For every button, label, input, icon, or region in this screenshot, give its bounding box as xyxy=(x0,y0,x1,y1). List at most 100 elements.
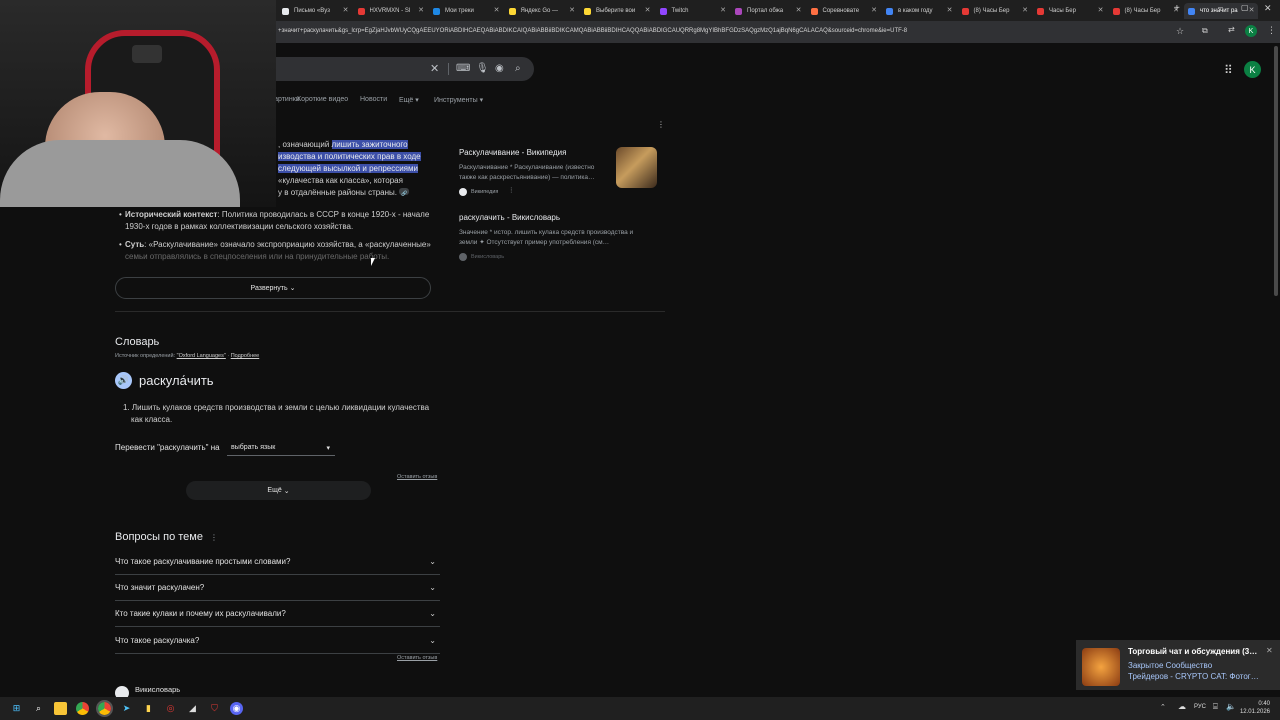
webcam-overlay xyxy=(0,0,276,207)
language-indicator[interactable]: РУС xyxy=(1194,704,1206,710)
browser-tab[interactable]: HXVRMXN - Sl ✕ xyxy=(354,3,428,19)
translate-label: Перевести "раскулачить" на xyxy=(115,443,220,452)
clear-icon[interactable]: ✕ xyxy=(430,62,439,75)
tab-close-icon[interactable]: ✕ xyxy=(569,6,575,14)
chevron-down-icon: ⌄ xyxy=(429,583,436,592)
filter-tools[interactable]: Инструменты ▾ xyxy=(434,96,483,104)
related-question[interactable]: Что такое раскулачивание простыми словам… xyxy=(115,549,440,575)
start-icon[interactable]: ⊞ xyxy=(10,702,23,715)
browser-tab[interactable]: Часы Бер ✕ xyxy=(1033,3,1107,19)
tab-close-icon[interactable]: ✕ xyxy=(947,6,953,14)
tab-close-icon[interactable]: ✕ xyxy=(645,6,651,14)
browser-tab[interactable]: Мои треки ✕ xyxy=(429,3,503,19)
filter-more[interactable]: Ещё ▾ xyxy=(399,96,419,104)
related-question[interactable]: Что такое раскулачка? ⌄ xyxy=(115,628,440,654)
chrome-icon[interactable] xyxy=(76,702,89,715)
pronounce-speaker-icon[interactable]: 🔊 xyxy=(115,372,132,389)
onedrive-icon[interactable]: ☁ xyxy=(1178,702,1186,711)
minimize-icon[interactable]: – xyxy=(1218,2,1223,12)
search-taskbar-icon[interactable]: ⌕ xyxy=(32,702,45,715)
result-site-name[interactable]: Викисловарь xyxy=(135,685,180,694)
filter-news[interactable]: Новости xyxy=(360,96,387,103)
new-tab-button[interactable]: + xyxy=(1174,3,1180,14)
tab-close-icon[interactable]: ✕ xyxy=(871,6,877,14)
tab-label: (8) Часы Бер xyxy=(1124,8,1161,14)
app-icon[interactable]: ▮ xyxy=(142,702,155,715)
browser-tab[interactable]: в каком году ✕ xyxy=(882,3,956,19)
chrome-active-icon[interactable] xyxy=(96,700,113,717)
keyboard-icon[interactable]: ⌨ xyxy=(456,63,470,74)
sidepanel-icon[interactable]: ⇄ xyxy=(1228,25,1235,34)
source-link[interactable]: "Oxford Languages" xyxy=(177,353,226,359)
browser-tab[interactable]: Портал обжа ✕ xyxy=(731,3,805,19)
tab-close-icon[interactable]: ✕ xyxy=(796,6,802,14)
bullet-bold-label: Исторический контекст xyxy=(125,210,218,219)
source-more-icon[interactable]: ⋮ xyxy=(508,186,515,196)
tab-close-icon[interactable]: ✕ xyxy=(343,6,349,14)
bookmark-star-icon[interactable]: ☆ xyxy=(1176,26,1184,37)
window-close-icon[interactable]: ✕ xyxy=(1264,3,1272,14)
browser-tab[interactable]: Письмо «Вуз ✕ xyxy=(278,3,352,19)
file-explorer-icon[interactable] xyxy=(54,702,67,715)
chevron-down-icon: ⌄ xyxy=(429,609,436,618)
browser-tab[interactable]: Twitch ✕ xyxy=(656,3,730,19)
app-icon[interactable]: ◢ xyxy=(186,702,199,715)
notification-close-icon[interactable]: ✕ xyxy=(1266,646,1273,655)
source-snippet: Значение * истор. лишить кулака средств … xyxy=(459,229,634,236)
more-options-icon[interactable]: ⋮ xyxy=(657,120,665,129)
tab-close-icon[interactable]: ✕ xyxy=(1098,6,1104,14)
browser-tab[interactable]: Соревновате ✕ xyxy=(807,3,881,19)
tab-close-icon[interactable]: ✕ xyxy=(720,6,726,14)
browser-tab[interactable]: Выберите вои ✕ xyxy=(580,3,654,19)
source-title-wiktionary[interactable]: раскулачить - Викисловарь xyxy=(459,213,560,222)
clock-time: 0:40 xyxy=(1258,701,1270,707)
tab-close-icon[interactable]: ✕ xyxy=(1022,6,1028,14)
overview-text-line: у в отдалённые районы страны. xyxy=(278,188,398,197)
tab-close-icon[interactable]: ✕ xyxy=(494,6,500,14)
menu-icon[interactable]: ⋮ xyxy=(1267,25,1276,36)
tab-close-icon[interactable]: ✕ xyxy=(1249,6,1255,14)
browser-tab[interactable]: Яндекс Go — ✕ xyxy=(505,3,579,19)
tray-expand-icon[interactable]: ⌃ xyxy=(1160,703,1166,711)
link-chip-icon[interactable]: 🔗 xyxy=(399,188,410,197)
source-thumbnail[interactable] xyxy=(616,147,657,188)
maximize-icon[interactable]: ▢ xyxy=(1241,3,1249,12)
apps-grid-icon[interactable]: ⠿ xyxy=(1224,63,1233,77)
search-input[interactable]: ✕ ⌨ 🎙 ◉ ⌕ xyxy=(276,57,534,81)
related-more-icon[interactable]: ⋮ xyxy=(210,533,218,542)
microphone-icon[interactable]: 🎙 xyxy=(476,63,489,74)
search-icon[interactable]: ⌕ xyxy=(515,63,521,74)
clock-date: 12.01.2026 xyxy=(1239,709,1270,715)
profile-avatar[interactable]: K xyxy=(1245,25,1257,37)
network-icon[interactable]: ⌸ xyxy=(1213,702,1218,712)
app-icon[interactable]: ◎ xyxy=(164,702,177,715)
dictionary-more-button[interactable]: Ещё ⌄ xyxy=(186,481,371,500)
lens-icon[interactable]: ◉ xyxy=(495,63,504,74)
source-title-wikipedia[interactable]: Раскулачивание - Википедия xyxy=(459,148,566,157)
tab-favicon-icon xyxy=(1112,7,1120,15)
notification-toast[interactable]: Торговый чат и обсуждения (3… Закрытое С… xyxy=(1076,640,1280,690)
feedback-link[interactable]: Оставить отзыв xyxy=(397,655,437,661)
volume-icon[interactable]: 🔈 xyxy=(1226,702,1236,711)
shield-icon[interactable]: ⛉ xyxy=(208,702,221,715)
browser-tab[interactable]: (8) Часы Бер ✕ xyxy=(958,3,1032,19)
page-scrollbar[interactable] xyxy=(1274,46,1278,296)
feedback-link[interactable]: Оставить отзыв xyxy=(397,474,437,480)
tab-close-icon[interactable]: ✕ xyxy=(418,6,424,14)
url-text[interactable]: +значит+раскулачить&gs_lcrp=EgZjaHJvbWUy… xyxy=(278,28,907,34)
tab-favicon-icon xyxy=(282,7,289,15)
definition-text: Лишить кулаков средств производства и зе… xyxy=(131,403,430,412)
related-question[interactable]: Что значит раскулачен? ⌄ xyxy=(115,575,440,601)
related-question[interactable]: Кто такие кулаки и почему их раскулачива… xyxy=(115,601,440,627)
language-select[interactable]: выбрать язык ▾ xyxy=(227,441,335,456)
clock[interactable]: 0:40 12.01.2026 xyxy=(1240,700,1270,715)
google-account-avatar[interactable]: K xyxy=(1244,61,1261,78)
more-link[interactable]: Подробнее xyxy=(231,353,260,359)
browser-tab[interactable]: (8) Часы Бер ✕ xyxy=(1109,3,1183,19)
expand-button[interactable]: Развернуть ⌄ xyxy=(115,277,431,299)
filter-short-videos[interactable]: Короткие видео xyxy=(297,96,348,103)
question-text: Что такое раскулачка? xyxy=(115,636,200,645)
extensions-icon[interactable]: ⧉ xyxy=(1202,26,1208,36)
telegram-icon[interactable]: ➤ xyxy=(120,702,133,715)
discord-icon[interactable]: ◉ xyxy=(230,702,243,715)
